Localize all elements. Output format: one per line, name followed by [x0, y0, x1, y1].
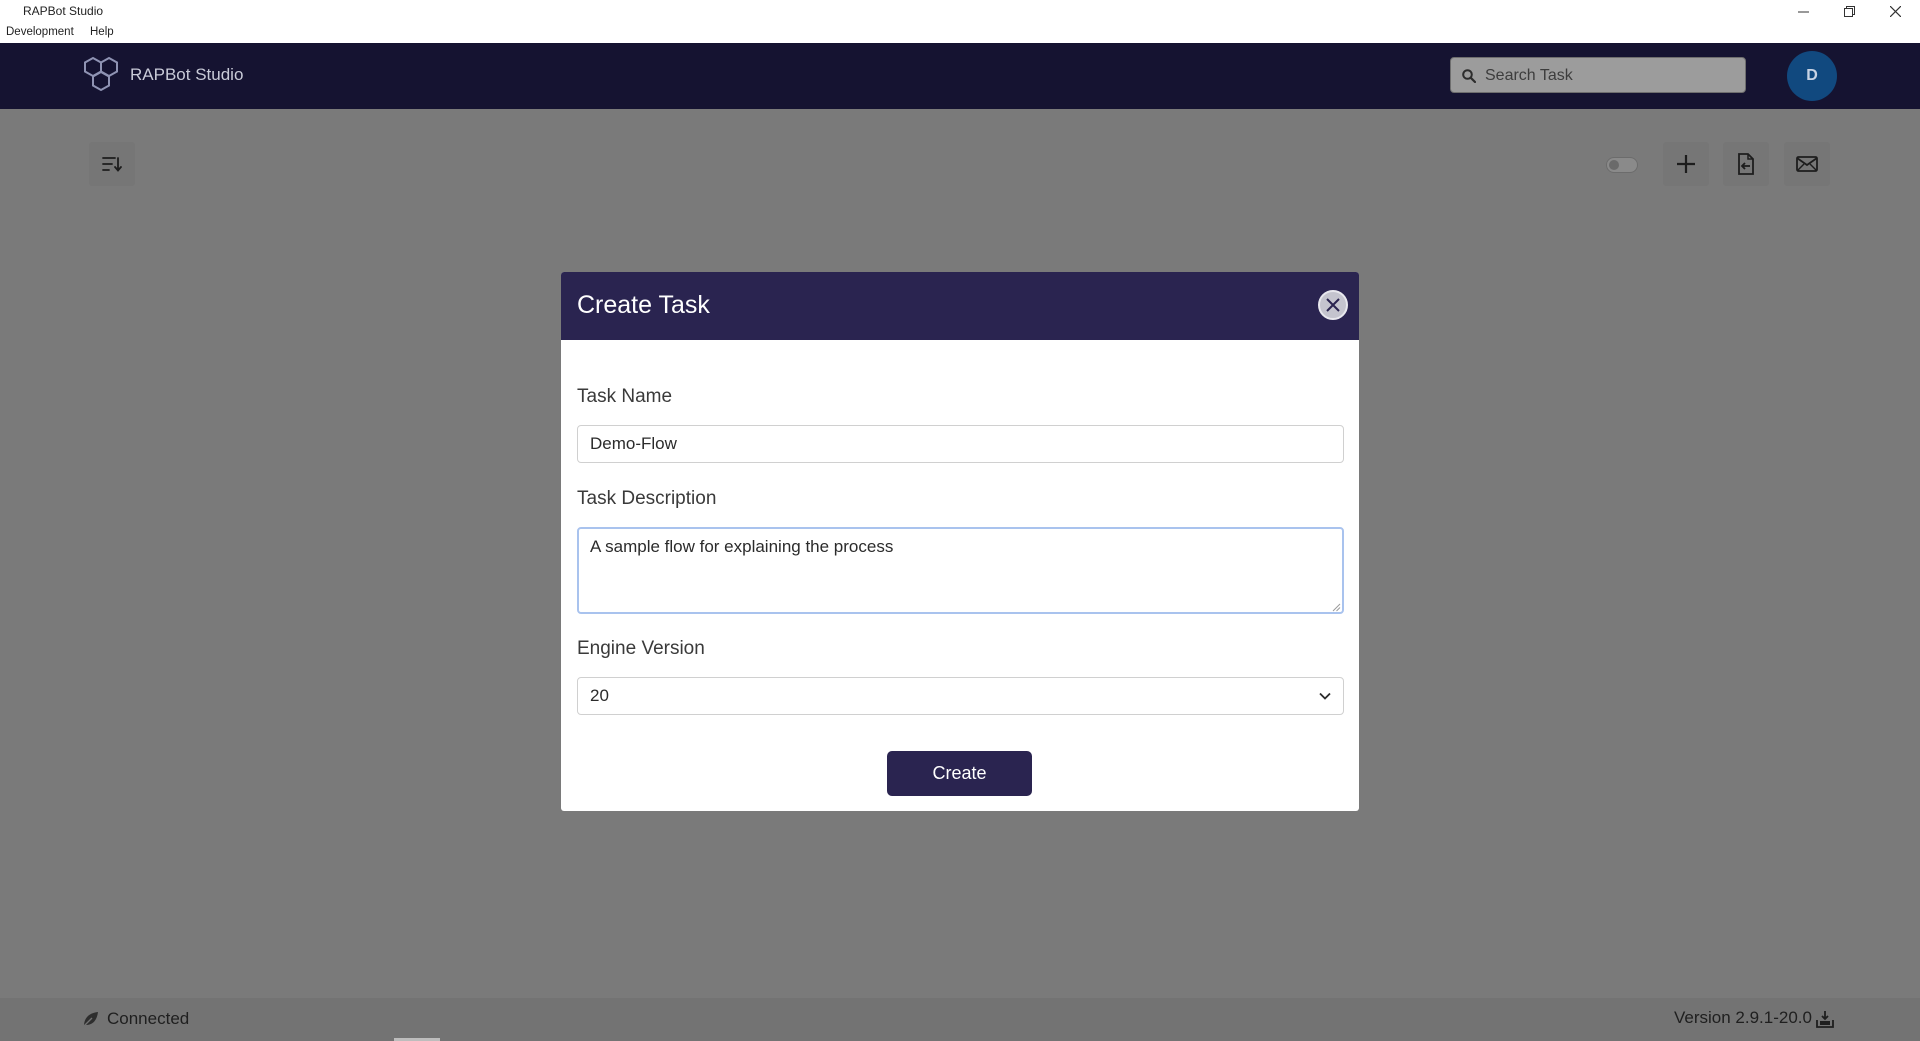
hexagon-logo-icon	[84, 56, 118, 92]
task-name-value: Demo-Flow	[590, 434, 677, 453]
download-icon[interactable]	[1816, 1010, 1834, 1028]
avatar[interactable]: D	[1787, 51, 1837, 101]
mail-button[interactable]	[1784, 142, 1830, 186]
search-icon	[1462, 69, 1476, 83]
sort-list-icon	[102, 157, 122, 172]
connection-status: Connected	[82, 1009, 189, 1029]
version-text: Version 2.9.1-20.0	[1674, 1008, 1812, 1027]
restore-icon	[1843, 5, 1855, 17]
leaf-icon	[82, 1012, 98, 1028]
export-file-icon	[1738, 153, 1754, 175]
app-header: RAPBot Studio D	[0, 43, 1920, 109]
plus-icon	[1677, 155, 1695, 173]
task-description-textarea[interactable]: A sample flow for explaining the process	[577, 527, 1344, 614]
menu-development[interactable]: Development	[6, 26, 74, 38]
add-task-button[interactable]	[1663, 142, 1709, 186]
engine-version-select[interactable]: 20	[577, 677, 1344, 715]
view-toggle[interactable]	[1606, 157, 1638, 173]
minimize-button[interactable]	[1780, 0, 1826, 22]
engine-version-label: Engine Version	[577, 638, 705, 659]
window-close-button[interactable]	[1872, 0, 1918, 22]
close-icon	[1889, 5, 1901, 17]
resize-grip-icon[interactable]	[1332, 603, 1341, 612]
chevron-down-icon	[1319, 692, 1331, 700]
sort-button[interactable]	[89, 142, 135, 186]
minimize-icon	[1797, 11, 1809, 12]
dialog-header: Create Task	[561, 272, 1359, 340]
search-box[interactable]	[1450, 57, 1746, 94]
mail-icon	[1796, 156, 1818, 172]
window-titlebar: RAPBot Studio	[0, 0, 1920, 24]
dialog-title: Create Task	[577, 291, 710, 319]
close-icon	[1326, 298, 1340, 312]
create-button[interactable]: Create	[887, 751, 1032, 796]
export-button[interactable]	[1723, 142, 1769, 186]
task-name-input[interactable]: Demo-Flow	[577, 425, 1344, 463]
window-title: RAPBot Studio	[23, 4, 104, 18]
search-input[interactable]	[1483, 58, 1742, 94]
menu-bar: Development Help	[0, 24, 1920, 43]
dialog-close-button[interactable]	[1318, 290, 1348, 320]
engine-version-value: 20	[590, 686, 609, 705]
connection-status-text: Connected	[107, 1009, 190, 1028]
brand-name: RAPBot Studio	[130, 65, 244, 84]
toggle-knob	[1609, 160, 1619, 170]
menu-help[interactable]: Help	[90, 26, 114, 38]
status-bar: Connected Version 2.9.1-20.0	[0, 998, 1920, 1041]
restore-button[interactable]	[1826, 0, 1872, 22]
task-name-label: Task Name	[577, 386, 673, 407]
task-description-label: Task Description	[577, 488, 717, 509]
avatar-initial: D	[1806, 67, 1818, 84]
create-button-label: Create	[932, 763, 987, 783]
create-task-dialog: Create Task Task Name Demo-Flow Task Des…	[561, 272, 1359, 811]
